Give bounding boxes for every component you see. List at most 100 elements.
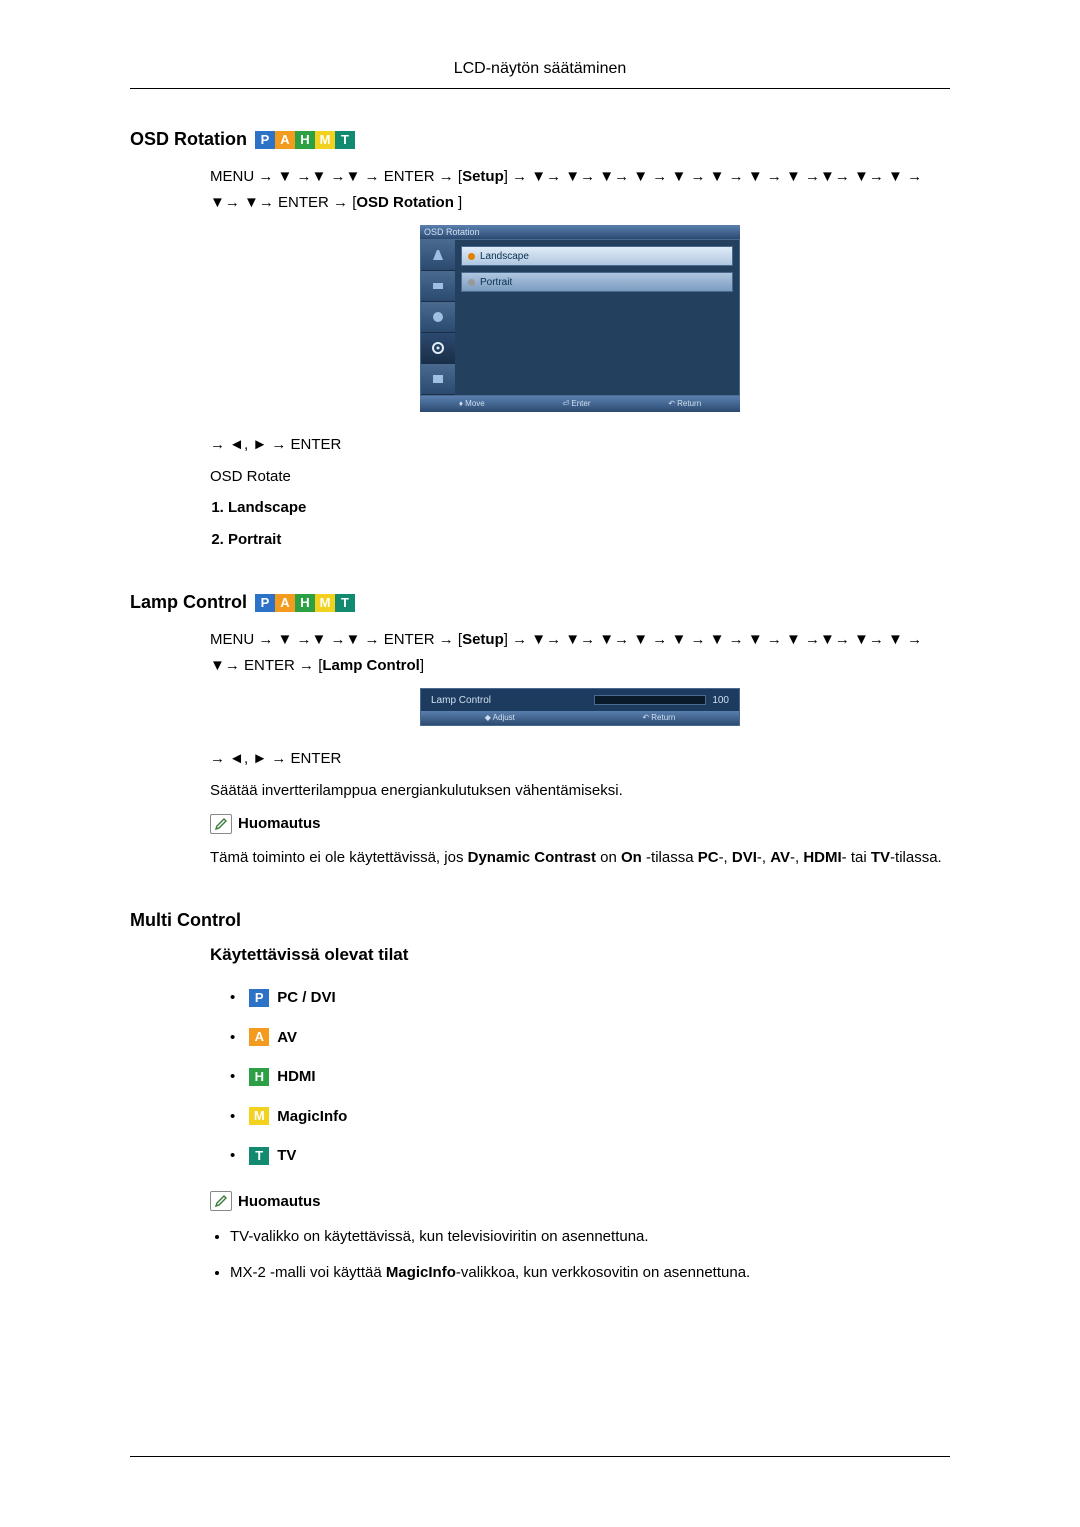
badge-row: P A H M T: [255, 594, 355, 612]
t: -,: [757, 849, 770, 866]
note-row: Huomautus: [210, 1189, 950, 1215]
radio-dot-icon: [468, 279, 475, 286]
mode-item-pc: P PC / DVI: [230, 985, 950, 1011]
radio-dot-icon: [468, 253, 475, 260]
lamp-control-screenshot: Lamp Control 100 ◆ Adjust ↶ Return: [420, 688, 740, 726]
lamp-value: 100: [712, 692, 729, 709]
bottom-divider: [130, 1456, 950, 1457]
lamp-footer-return: ↶ Return: [642, 711, 675, 725]
t: on: [600, 849, 621, 866]
lamp-control-menu-path: MENU → ▼ →▼ →▼ → ENTER → [Setup] → ▼→ ▼→…: [210, 627, 950, 678]
path-setup-label: Setup: [462, 631, 504, 648]
osd-footer-return: ↶ Return: [668, 397, 701, 411]
note-icon: [210, 1191, 232, 1211]
t: -tilassa: [646, 849, 698, 866]
lamp-control-heading: Lamp Control P A H M T: [130, 592, 950, 613]
page-header-title: LCD-näytön säätäminen: [130, 60, 950, 78]
osd-footer-move: ♦ Move: [459, 397, 485, 411]
osd-main-panel: Landscape Portrait: [455, 240, 739, 395]
lamp-control-nav2: → ◄, ► → ENTER: [210, 746, 950, 772]
osd-option-landscape: Landscape: [461, 246, 733, 266]
badge-t-icon: T: [335, 594, 355, 612]
lamp-slider: 100: [594, 692, 729, 709]
badge-m-icon: M: [315, 131, 335, 149]
top-divider: [130, 88, 950, 89]
path-setup: [Setup]: [458, 631, 508, 648]
t: TV: [871, 849, 890, 866]
osd-rotation-nav2: → ◄, ► → ENTER: [210, 432, 950, 458]
badge-a-icon: A: [275, 594, 295, 612]
t: MX-2 -malli voi käyttää: [230, 1264, 386, 1281]
t: DVI: [732, 849, 757, 866]
path-target-close: ]: [454, 194, 462, 211]
mode-pc-label: PC / DVI: [277, 985, 335, 1011]
mode-item-hdmi: H HDMI: [230, 1064, 950, 1090]
list-item-portrait: Portrait: [228, 527, 950, 553]
path-seg: MENU → ▼ →▼ →▼ → ENTER →: [210, 631, 458, 648]
badge-t-icon: T: [335, 131, 355, 149]
badge-p-icon: P: [255, 131, 275, 149]
osd-footer-enter: ⏎ Enter: [562, 397, 590, 411]
badge-h-icon: H: [295, 131, 315, 149]
t: MagicInfo: [386, 1264, 456, 1281]
badge-a-icon: A: [249, 1028, 269, 1046]
mode-av-label: AV: [277, 1025, 297, 1051]
osd-title-bar: OSD Rotation: [420, 225, 740, 239]
osd-rotate-label: OSD Rotate: [210, 464, 950, 490]
badge-h-icon: H: [295, 594, 315, 612]
lamp-footer-adjust: ◆ Adjust: [485, 711, 515, 725]
note-item-1: TV-valikko on käytettävissä, kun televis…: [230, 1224, 950, 1250]
osd-rotation-screenshot: OSD Rotation Landscape Portrait ♦ Move ⏎…: [420, 225, 740, 412]
osd-rotation-options-list: Landscape Portrait: [210, 495, 950, 552]
lamp-row: Lamp Control 100: [421, 689, 739, 711]
lamp-track: [594, 695, 706, 705]
t: HDMI: [803, 849, 841, 866]
t: On: [621, 849, 642, 866]
osd-sidebar: [421, 240, 455, 395]
osd-option-landscape-label: Landscape: [480, 248, 529, 265]
mode-tv-label: TV: [277, 1143, 296, 1169]
osd-rotation-heading-text: OSD Rotation: [130, 129, 247, 150]
note-row: Huomautus: [210, 811, 950, 837]
note-label: Huomautus: [238, 1189, 321, 1215]
t: Dynamic Contrast: [468, 849, 596, 866]
osd-footer: ♦ Move ⏎ Enter ↶ Return: [420, 396, 740, 412]
lamp-note-text: Tämä toiminto ei ole käytettävissä, jos …: [210, 845, 950, 871]
badge-a-icon: A: [275, 131, 295, 149]
lamp-control-desc: Säätää invertterilamppua energiankulutuk…: [210, 778, 950, 804]
badge-h-icon: H: [249, 1068, 269, 1086]
path-target: Lamp Control: [322, 657, 420, 674]
osd-side-item-1: [421, 240, 455, 271]
mode-item-av: A AV: [230, 1025, 950, 1051]
t: - tai: [842, 849, 871, 866]
t: -tilassa.: [890, 849, 942, 866]
badge-t-icon: T: [249, 1147, 269, 1165]
path-setup-label: Setup: [462, 168, 504, 185]
t: -valikkoa, kun verkkosovitin on asennett…: [456, 1264, 750, 1281]
badge-m-icon: M: [315, 594, 335, 612]
lamp-footer: ◆ Adjust ↶ Return: [421, 711, 739, 725]
osd-side-item-4-selected: [421, 333, 455, 364]
lamp-label: Lamp Control: [431, 692, 491, 709]
mode-item-tv: T TV: [230, 1143, 950, 1169]
t: Tämä toiminto ei ole käytettävissä, jos: [210, 849, 468, 866]
path-setup: [Setup]: [458, 168, 508, 185]
osd-option-portrait: Portrait: [461, 272, 733, 292]
available-modes-heading: Käytettävissä olevat tilat: [210, 945, 950, 965]
path-target: OSD Rotation: [356, 194, 454, 211]
note-label: Huomautus: [238, 811, 321, 837]
osd-rotation-heading: OSD Rotation P A H M T: [130, 129, 950, 150]
note-item-2: MX-2 -malli voi käyttää MagicInfo-valikk…: [230, 1260, 950, 1286]
multi-control-heading-text: Multi Control: [130, 910, 241, 931]
osd-option-portrait-label: Portrait: [480, 274, 512, 291]
path-target-close: ]: [420, 657, 424, 674]
modes-list: P PC / DVI A AV H HDMI M MagicInfo T TV: [210, 985, 950, 1169]
multi-control-notes: TV-valikko on käytettävissä, kun televis…: [210, 1224, 950, 1285]
mode-hdmi-label: HDMI: [277, 1064, 315, 1090]
note-icon: [210, 814, 232, 834]
lamp-control-heading-text: Lamp Control: [130, 592, 247, 613]
mode-item-magicinfo: M MagicInfo: [230, 1104, 950, 1130]
badge-p-icon: P: [255, 594, 275, 612]
osd-side-item-5: [421, 364, 455, 395]
osd-side-item-2: [421, 271, 455, 302]
